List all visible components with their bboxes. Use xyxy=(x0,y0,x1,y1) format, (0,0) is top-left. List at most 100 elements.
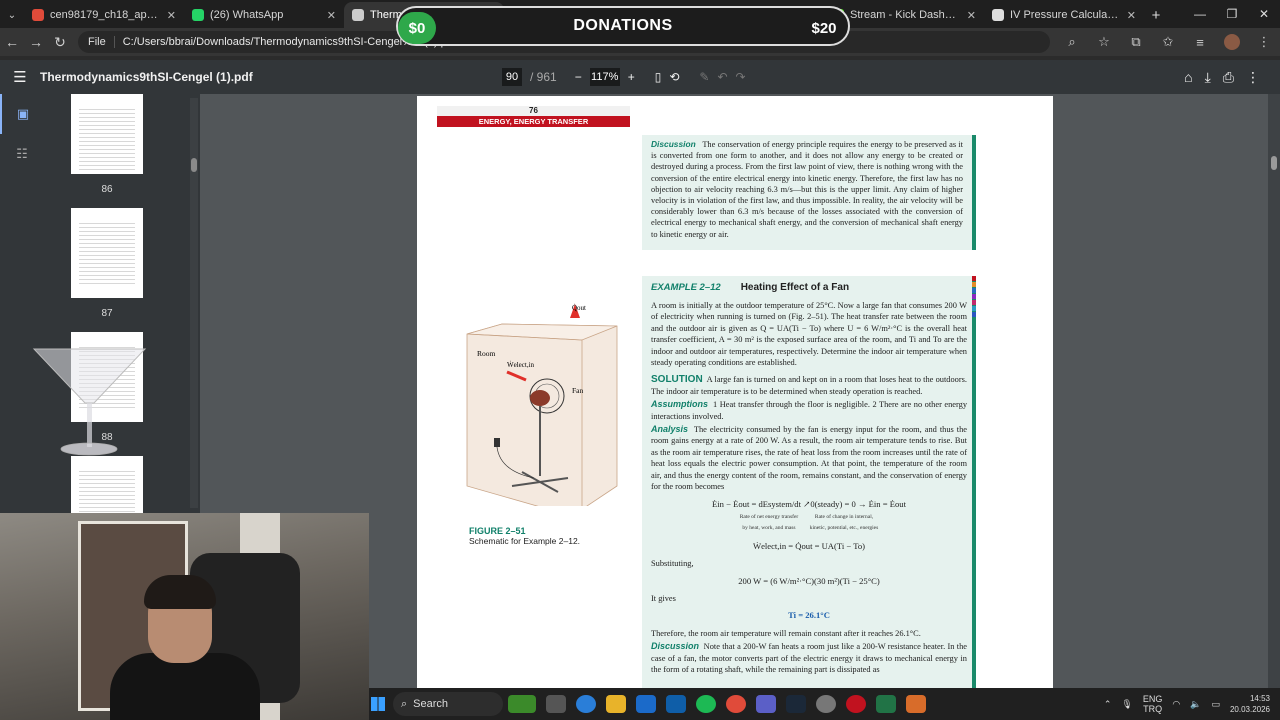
viewer-scrollbar[interactable] xyxy=(1268,94,1280,688)
obs-icon[interactable] xyxy=(846,695,866,713)
favorites-icon[interactable]: ✩ xyxy=(1152,30,1184,54)
new-tab-button[interactable]: + xyxy=(1144,2,1168,28)
zoom-input[interactable]: 117% xyxy=(589,68,620,86)
tab-title: IV Pressure Calculation xyxy=(1010,9,1121,21)
file-explorer-icon[interactable] xyxy=(606,695,626,713)
conclusion-text: Therefore, the room air temperature will… xyxy=(651,628,921,638)
reload-icon[interactable]: ↻ xyxy=(48,30,72,54)
zoom-icon[interactable]: ⌕ xyxy=(1056,30,1088,54)
file-chip[interactable]: File xyxy=(88,36,115,48)
page-thumbnail[interactable] xyxy=(71,94,143,174)
power-equation: Ẇelect,in = Q̇out = UA(Ti − To) xyxy=(752,540,866,551)
tab-close-icon[interactable]: ✕ xyxy=(167,9,176,22)
pdf-more-icon[interactable]: ⋮ xyxy=(1246,69,1260,86)
battery-icon[interactable]: ▭ xyxy=(1211,699,1220,710)
donations-goal: $20 xyxy=(811,19,837,37)
reading-list-icon[interactable]: ≡ xyxy=(1184,30,1216,54)
steam-icon[interactable] xyxy=(786,695,806,713)
fit-page-icon[interactable]: ▯ xyxy=(655,70,662,84)
assumptions-label: Assumptions xyxy=(651,399,709,410)
bookmark-star-icon[interactable]: ☆ xyxy=(1088,30,1120,54)
fig-label-welect: Ẇelect,in xyxy=(507,361,535,369)
microphone-icon[interactable]: 🎙 xyxy=(1121,699,1132,710)
wifi-icon[interactable]: ◠ xyxy=(1172,699,1180,710)
spotify-icon[interactable] xyxy=(696,695,716,713)
hamburger-menu-icon[interactable]: ☰ xyxy=(0,68,40,86)
windows-start-icon[interactable] xyxy=(371,697,385,711)
tab-favicon-icon xyxy=(992,9,1004,21)
rotate-icon[interactable]: ⟲ xyxy=(669,70,679,84)
extensions-icon[interactable]: ⧉ xyxy=(1120,30,1152,54)
tab-close-icon[interactable]: ✕ xyxy=(967,9,976,22)
lang-top: ENG xyxy=(1142,694,1163,704)
page-thumbnail[interactable] xyxy=(71,208,143,298)
volume-icon[interactable]: 🔈 xyxy=(1190,699,1201,710)
fan-room-figure xyxy=(466,304,618,506)
task-view-icon[interactable] xyxy=(546,695,566,713)
tab-favicon-icon xyxy=(192,9,204,21)
tab-close-icon[interactable]: ✕ xyxy=(1127,9,1136,22)
minimize-icon[interactable]: — xyxy=(1184,0,1216,28)
tab-favicon-icon xyxy=(352,9,364,21)
donations-current: $0 xyxy=(398,12,436,44)
forward-icon[interactable]: → xyxy=(24,30,48,54)
more-menu-icon[interactable]: ⋮ xyxy=(1248,30,1280,54)
profile-avatar[interactable] xyxy=(1224,34,1240,50)
example-body: A room is initially at the outdoor tempe… xyxy=(651,300,967,677)
teams-icon[interactable] xyxy=(756,695,776,713)
figure-caption-text: Schematic for Example 2–12. xyxy=(469,536,581,546)
discussion-label: Discussion xyxy=(651,139,696,149)
ai-assist-icon[interactable]: ⌂ xyxy=(1184,69,1192,85)
analysis-text: The electricity consumed by the fan is e… xyxy=(651,425,968,492)
solution-label: SOLUTION xyxy=(651,374,703,386)
outlook-icon[interactable] xyxy=(636,695,656,713)
zoom-out-icon[interactable]: − xyxy=(575,70,582,84)
tab-favicon-icon xyxy=(32,9,44,21)
zoom-in-icon[interactable]: + xyxy=(628,70,635,84)
language-indicator[interactable]: ENG TRQ xyxy=(1143,694,1163,714)
download-icon[interactable]: ⤓ xyxy=(1205,69,1211,86)
total-pages: / 961 xyxy=(530,70,557,84)
tab-title: Stream - Kick Dashboard xyxy=(850,9,961,21)
tray-overflow-icon[interactable]: ⌃ xyxy=(1104,699,1112,710)
clock[interactable]: 14:53 20.03.2026 xyxy=(1230,693,1270,715)
figure-caption: FIGURE 2–51 Schematic for Example 2–12. xyxy=(469,526,580,546)
redo-icon[interactable]: ↷ xyxy=(736,70,746,84)
lang-bottom: TRQ xyxy=(1143,704,1163,714)
browser-tab[interactable]: (26) WhatsApp ✕ xyxy=(184,2,344,28)
tab-search-icon[interactable]: ⌄ xyxy=(0,2,24,28)
example-title: Heating Effect of a Fan xyxy=(740,282,850,293)
restore-icon[interactable]: ❐ xyxy=(1216,0,1248,28)
browser-tab[interactable]: cen98179_ch18_ap01_897-946... ✕ xyxy=(24,2,184,28)
outline-view-icon[interactable]: ☷ xyxy=(0,134,44,174)
print-icon[interactable]: ⎙ xyxy=(1223,69,1234,86)
search-icon: ⌕ xyxy=(401,697,408,710)
edge-icon[interactable] xyxy=(576,695,596,713)
undo-icon[interactable]: ↶ xyxy=(717,70,727,84)
back-icon[interactable]: ← xyxy=(0,30,24,54)
page-number-input[interactable]: 90 xyxy=(502,68,522,86)
clock-time: 14:53 xyxy=(1249,694,1270,703)
tab-close-icon[interactable]: ✕ xyxy=(327,9,336,22)
energy-balance-equation: Ėin − Ėout = dEsystem/dt ↗0(steady) = 0 … xyxy=(712,498,906,509)
donations-overlay: $0 DONATIONS $20 xyxy=(396,6,850,46)
chrome-icon[interactable] xyxy=(726,695,746,713)
page-thumbnail[interactable] xyxy=(71,456,143,534)
close-window-icon[interactable]: ✕ xyxy=(1248,0,1280,28)
chapter-header: ENERGY, ENERGY TRANSFER xyxy=(437,116,630,127)
thumbnails-view-icon[interactable]: ▣ xyxy=(0,94,44,134)
widgets-icon[interactable] xyxy=(508,695,536,713)
donations-label: DONATIONS xyxy=(573,17,673,34)
excel-icon[interactable] xyxy=(876,695,896,713)
draw-icon[interactable]: ✎ xyxy=(699,70,709,84)
taskbar-search[interactable]: ⌕ Search xyxy=(393,692,503,716)
discussion2-label: Discussion xyxy=(651,641,700,652)
settings-icon[interactable] xyxy=(816,695,836,713)
sidebar-scrollbar[interactable] xyxy=(190,98,198,508)
browser-tab[interactable]: IV Pressure Calculation ✕ xyxy=(984,2,1144,28)
martini-glass-overlay xyxy=(32,348,147,456)
fig-label-fan: Fan xyxy=(572,386,584,395)
example-number: EXAMPLE 2–12 xyxy=(651,282,721,293)
store-icon[interactable] xyxy=(666,695,686,713)
app-icon[interactable] xyxy=(906,695,926,713)
